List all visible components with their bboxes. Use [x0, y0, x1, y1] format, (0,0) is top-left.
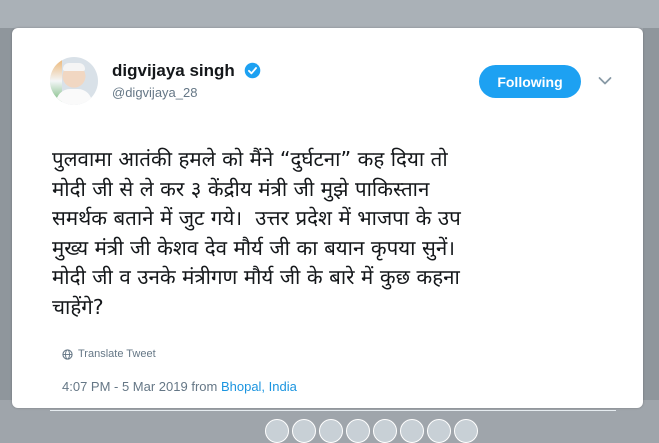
liker-avatar[interactable]: [292, 419, 316, 443]
translate-tweet-link[interactable]: Translate Tweet: [62, 348, 156, 360]
tweet-location-link[interactable]: Bhopal, India: [221, 379, 297, 394]
page-backdrop-right: [643, 28, 659, 400]
author-display-name[interactable]: digvijaya singh: [112, 61, 235, 81]
chevron-down-icon[interactable]: [598, 76, 612, 86]
liker-avatars: [265, 419, 478, 443]
tweet-timestamp: 4:07 PM - 5 Mar 2019 from Bhopal, India: [62, 379, 297, 394]
avatar[interactable]: [50, 57, 98, 105]
tweet-time[interactable]: 4:07 PM - 5 Mar 2019 from: [62, 379, 221, 394]
liker-avatar[interactable]: [346, 419, 370, 443]
liker-avatar[interactable]: [454, 419, 478, 443]
author-handle[interactable]: @digvijaya_28: [112, 85, 197, 100]
liker-avatar[interactable]: [265, 419, 289, 443]
page-backdrop-top: [0, 0, 659, 28]
liker-avatar[interactable]: [319, 419, 343, 443]
verified-icon: [244, 62, 261, 79]
tweet-card: digvijaya singh @digvijaya_28 Following …: [12, 28, 643, 443]
liker-avatar[interactable]: [400, 419, 424, 443]
tweet-text: पुलवामा आतंकी हमले को मैंने “दुर्घटना” क…: [52, 147, 461, 319]
liker-avatar[interactable]: [373, 419, 397, 443]
globe-icon: [62, 348, 73, 360]
divider: [50, 410, 616, 411]
liker-avatar[interactable]: [427, 419, 451, 443]
translate-tweet-label[interactable]: Translate Tweet: [78, 348, 156, 360]
following-button[interactable]: Following: [479, 65, 581, 98]
